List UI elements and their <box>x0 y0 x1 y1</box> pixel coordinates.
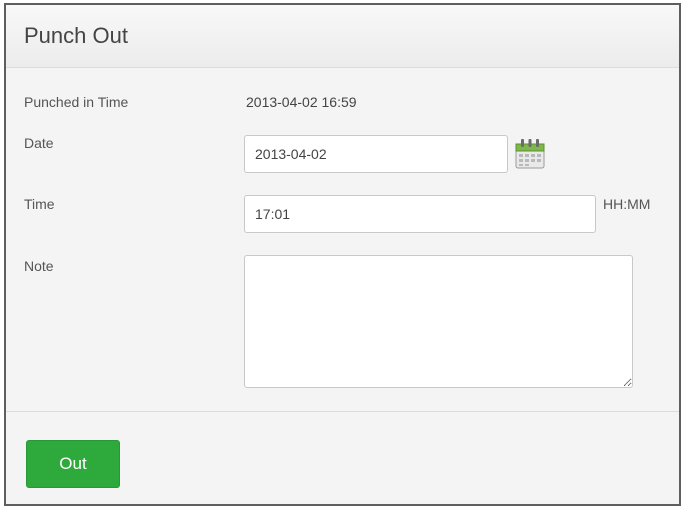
note-label: Note <box>24 258 54 274</box>
out-button[interactable]: Out <box>26 440 120 488</box>
time-input[interactable] <box>244 195 596 233</box>
punched-in-time-value: 2013-04-02 16:59 <box>246 94 357 110</box>
date-label: Date <box>24 135 54 151</box>
calendar-icon[interactable] <box>515 137 545 169</box>
panel-title: Punch Out <box>24 23 128 48</box>
panel-header: Punch Out <box>6 5 679 68</box>
time-format-hint: HH:MM <box>603 196 651 212</box>
punch-out-panel: Punch Out Punched in Time 2013-04-02 16:… <box>4 3 681 506</box>
time-label: Time <box>24 196 55 212</box>
note-textarea[interactable] <box>244 255 633 388</box>
date-input[interactable] <box>244 135 508 173</box>
form-divider <box>6 411 679 412</box>
punched-in-time-label: Punched in Time <box>24 94 129 110</box>
